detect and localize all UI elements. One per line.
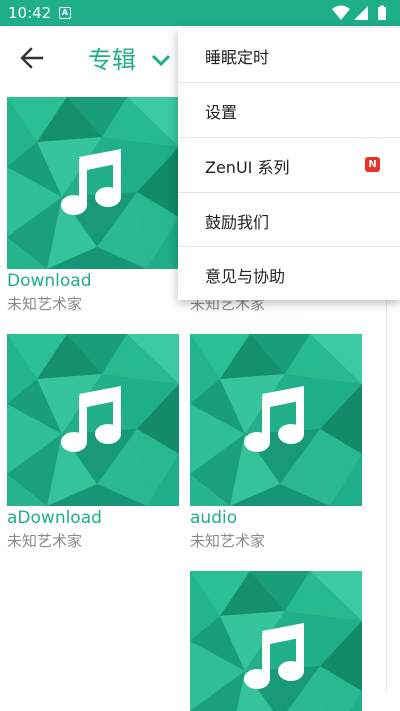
screen: 10:42 A 专辑 Download 未知艺术家 未知艺术家 aDownloa… xyxy=(0,0,400,711)
chevron-down-icon[interactable] xyxy=(150,50,172,70)
menu-item-label: 睡眠定时 xyxy=(205,48,270,67)
signal-icon xyxy=(354,6,368,20)
status-time: 10:42 xyxy=(8,4,52,22)
album-art-graphic xyxy=(7,334,179,506)
arrow-left-icon[interactable] xyxy=(18,44,46,72)
album-art-graphic xyxy=(190,571,362,711)
album-name: audio xyxy=(190,508,238,528)
menu-item-zenui-series[interactable]: ZenUI 系列 N xyxy=(178,138,400,192)
menu-item-encourage-us[interactable]: 鼓励我们 xyxy=(178,193,400,247)
album-artist: 未知艺术家 xyxy=(190,532,266,550)
album-art xyxy=(7,334,179,506)
system-status-icons xyxy=(332,5,386,20)
menu-item-sleep-timer[interactable]: 睡眠定时 xyxy=(178,28,400,82)
menu-item-label: 设置 xyxy=(205,103,238,122)
album-art-graphic xyxy=(190,334,362,506)
overflow-menu: 睡眠定时 设置 ZenUI 系列 N 鼓励我们 意见与协助 xyxy=(178,28,400,300)
menu-item-settings[interactable]: 设置 xyxy=(178,83,400,137)
notification-icon: A xyxy=(59,7,71,19)
page-title[interactable]: 专辑 xyxy=(88,40,136,75)
menu-item-label: 意见与协助 xyxy=(205,267,286,286)
album-name: Download xyxy=(7,271,92,291)
album-name: aDownload xyxy=(7,508,102,528)
album-art xyxy=(190,571,362,711)
album-art xyxy=(190,334,362,506)
battery-icon xyxy=(378,7,386,20)
album-artist: 未知艺术家 xyxy=(7,532,83,550)
album-artist: 未知艺术家 xyxy=(7,295,83,313)
album-art-graphic xyxy=(7,97,179,269)
menu-item-feedback-help[interactable]: 意见与协助 xyxy=(178,247,400,301)
new-badge: N xyxy=(365,157,380,172)
status-bar: 10:42 A xyxy=(0,0,400,26)
menu-item-label: ZenUI 系列 xyxy=(205,158,290,177)
album-art xyxy=(7,97,179,269)
wifi-icon xyxy=(332,5,350,20)
menu-item-label: 鼓励我们 xyxy=(205,213,270,232)
